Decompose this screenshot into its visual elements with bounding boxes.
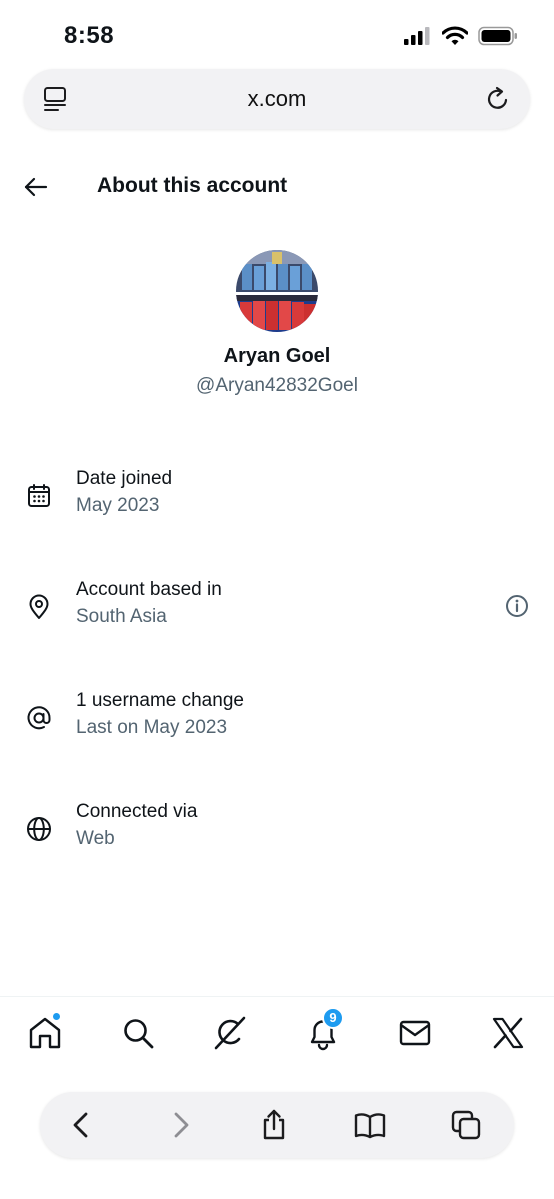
notification-count-badge: 9	[322, 1007, 344, 1029]
calendar-icon	[28, 484, 50, 507]
reload-icon[interactable]	[484, 85, 512, 113]
tabs-icon[interactable]	[450, 1109, 482, 1141]
avatar[interactable]	[236, 250, 318, 332]
forward-icon[interactable]	[164, 1109, 196, 1141]
grok-icon[interactable]	[212, 1015, 248, 1051]
profile-handle: @Aryan42832Goel	[196, 375, 358, 396]
back-icon[interactable]	[66, 1109, 98, 1141]
share-icon[interactable]	[258, 1109, 290, 1141]
back-arrow-icon[interactable]	[22, 173, 50, 201]
info-row-date-joined: Date joined May 2023	[0, 468, 554, 538]
url-text[interactable]: x.com	[24, 86, 530, 112]
info-row-username-change: 1 username change Last on May 2023	[0, 690, 554, 760]
row-value: Web	[76, 828, 115, 849]
nav-notifications[interactable]: 9	[305, 1007, 344, 1051]
status-bar: 8:58	[0, 0, 554, 70]
bookmarks-icon[interactable]	[354, 1109, 386, 1141]
browser-toolbar	[40, 1092, 514, 1158]
row-label: Connected via	[76, 801, 198, 822]
x-logo-icon[interactable]	[490, 1015, 526, 1051]
nav-search[interactable]	[120, 1015, 156, 1051]
info-row-connected-via: Connected via Web	[0, 801, 554, 871]
nav-x-premium[interactable]	[490, 1015, 526, 1051]
row-label: Date joined	[76, 468, 173, 489]
globe-icon	[27, 817, 51, 841]
nav-home[interactable]	[27, 1011, 63, 1051]
location-pin-icon	[29, 594, 49, 619]
row-value: South Asia	[76, 606, 167, 627]
info-icon[interactable]	[504, 593, 530, 619]
row-label: 1 username change	[76, 690, 244, 711]
cellular-signal-icon	[404, 27, 430, 45]
row-label: Account based in	[76, 579, 222, 600]
row-value: May 2023	[76, 495, 160, 516]
profile-name: Aryan Goel	[223, 345, 331, 367]
bottom-nav: 9	[0, 996, 554, 1068]
search-icon[interactable]	[120, 1015, 156, 1051]
battery-icon	[478, 26, 517, 46]
info-row-account-based-in: Account based in South Asia	[0, 579, 554, 649]
row-value: Last on May 2023	[76, 717, 228, 738]
at-sign-icon	[27, 706, 51, 730]
status-time: 8:58	[64, 22, 115, 49]
address-bar[interactable]: x.com	[24, 69, 530, 129]
status-icons	[404, 26, 518, 46]
nav-messages[interactable]	[397, 1015, 433, 1051]
messages-icon[interactable]	[397, 1015, 433, 1051]
page-header: About this account	[0, 160, 554, 214]
page-title: About this account	[97, 174, 288, 197]
unread-dot	[51, 1011, 62, 1022]
wifi-icon	[442, 26, 468, 45]
nav-grok[interactable]	[212, 1015, 248, 1051]
avatar-image	[236, 250, 318, 332]
